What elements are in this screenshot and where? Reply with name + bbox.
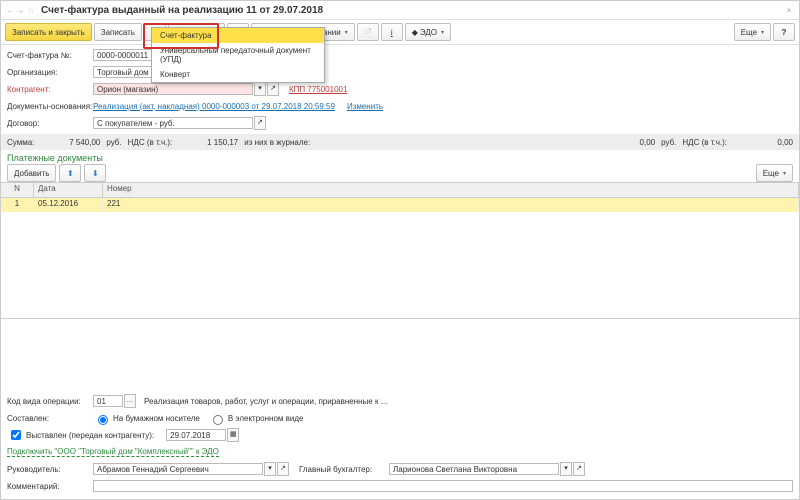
acc-open-icon[interactable]: ↗	[573, 462, 585, 476]
nav-fwd-icon[interactable]: →	[15, 6, 25, 15]
code-label: Код вида операции:	[7, 397, 93, 406]
code-desc: Реализация товаров, работ, услуг и опера…	[144, 397, 387, 406]
move-up-button[interactable]: ⬆	[59, 164, 81, 182]
comp-label: Составлен:	[7, 414, 93, 423]
radio-electronic[interactable]: В электронном виде	[208, 412, 304, 425]
sum-value: 7 540,00	[40, 138, 100, 147]
print-menu: Счет-фактура Универсальный передаточный …	[151, 27, 325, 83]
invoice-no-label: Счет-фактура №:	[7, 51, 93, 60]
issued-check[interactable]: Выставлен (передан контрагенту):	[7, 427, 154, 443]
vat-inc2: НДС (в т.ч.):	[682, 138, 727, 147]
change-link[interactable]: Изменить	[347, 102, 383, 111]
rub2: руб.	[661, 138, 676, 147]
acc-select-icon[interactable]: ▾	[560, 462, 572, 476]
journal-label: из них в журнале:	[244, 138, 310, 147]
menu-envelope[interactable]: Конверт	[152, 67, 324, 82]
col-num[interactable]: Номер	[103, 183, 799, 197]
cell-date: 05.12.2016	[34, 198, 103, 212]
calendar-icon[interactable]: ▦	[227, 428, 239, 442]
totals-bar: Сумма: 7 540,00 руб. НДС (в т.ч.): 1 150…	[1, 134, 799, 150]
j1-value: 0,00	[595, 138, 655, 147]
comment-input[interactable]	[93, 480, 793, 492]
info-button[interactable]: i	[381, 23, 403, 41]
section-payment-docs: Платежные документы	[1, 150, 799, 164]
favorite-star-icon[interactable]: ☆	[25, 6, 37, 15]
save-button[interactable]: Записать	[94, 23, 142, 41]
app-window: ← → ☆ Счет-фактура выданный на реализаци…	[0, 0, 800, 500]
menu-invoice[interactable]: Счет-фактура	[152, 28, 324, 43]
radio-paper[interactable]: На бумажном носителе	[93, 412, 200, 425]
edo-button[interactable]: ◆ ЭДО	[405, 23, 451, 41]
page-title: Счет-фактура выданный на реализацию 11 о…	[37, 5, 783, 16]
nav-back-icon[interactable]: ←	[5, 6, 15, 15]
table-row[interactable]: 1 05.12.2016 221	[1, 198, 799, 212]
report-button[interactable]: 📄	[357, 23, 379, 41]
contract-input[interactable]: С покупателем - руб.	[93, 117, 253, 129]
menu-upd[interactable]: Универсальный передаточный документ (УПД…	[152, 43, 324, 67]
org-label: Организация:	[7, 68, 93, 77]
sub-more-button[interactable]: Еще	[756, 164, 793, 182]
vat-value: 1 150,17	[178, 138, 238, 147]
acc-label: Главный бухгалтер:	[299, 465, 389, 474]
more-button[interactable]: Еще	[734, 23, 771, 41]
cell-n: 1	[1, 198, 34, 212]
grid-body[interactable]: 1 05.12.2016 221	[1, 198, 799, 318]
code-input[interactable]: 01	[93, 395, 123, 407]
titlebar: ← → ☆ Счет-фактура выданный на реализаци…	[1, 1, 799, 20]
connect-edo-link[interactable]: Подключить "ООО "Торговый дом "Комплексн…	[7, 447, 219, 457]
bottom-panel: Код вида операции: 01… Реализация товаро…	[1, 389, 799, 499]
contr-label: Контрагент:	[7, 85, 93, 94]
close-icon[interactable]: ×	[783, 6, 795, 15]
mgr-label: Руководитель:	[7, 465, 93, 474]
sum-label: Сумма:	[7, 138, 34, 147]
mgr-open-icon[interactable]: ↗	[277, 462, 289, 476]
basis-link[interactable]: Реализация (акт, накладная) 0000-000003 …	[93, 102, 335, 111]
contr-input[interactable]: Орион (магазин)	[93, 83, 253, 95]
contr-open-icon[interactable]: ↗	[267, 82, 279, 96]
save-close-button[interactable]: Записать и закрыть	[5, 23, 92, 41]
main-toolbar: Записать и закрыть Записать ↻ 🖶 Печать ✉…	[1, 20, 799, 45]
radio-paper-label: На бумажном носителе	[113, 414, 200, 423]
col-n[interactable]: N	[1, 183, 34, 197]
cell-num: 221	[103, 198, 799, 212]
contract-open-icon[interactable]: ↗	[254, 116, 266, 130]
kpp-link[interactable]: КПП 775001001	[289, 85, 347, 94]
radio-electronic-label: В электронном виде	[228, 414, 304, 423]
form-area: Счет-фактура №: 0000-0000011 от: Организ…	[1, 45, 799, 134]
add-button[interactable]: Добавить	[7, 164, 56, 182]
basis-label: Документы-основания:	[7, 102, 93, 111]
j2-value: 0,00	[733, 138, 793, 147]
edo-label: ЭДО	[420, 28, 437, 37]
issued-label: Выставлен (передан контрагенту):	[26, 431, 154, 440]
col-date[interactable]: Дата	[34, 183, 103, 197]
sub-toolbar: Добавить ⬆ ⬇ Еще	[1, 164, 799, 182]
contract-label: Договор:	[7, 119, 93, 128]
move-down-button[interactable]: ⬇	[84, 164, 106, 182]
issued-date-input[interactable]: 29.07.2018	[166, 429, 226, 441]
help-button[interactable]: ?	[773, 23, 795, 41]
rub1: руб.	[106, 138, 121, 147]
mgr-input[interactable]: Абрамов Геннадий Сергеевич	[93, 463, 263, 475]
mgr-select-icon[interactable]: ▾	[264, 462, 276, 476]
comment-label: Комментарий:	[7, 482, 93, 491]
vat-inc-label: НДС (в т.ч.):	[128, 138, 173, 147]
payment-grid: N Дата Номер 1 05.12.2016 221	[1, 182, 799, 319]
contr-select-icon[interactable]: ▾	[254, 82, 266, 96]
grid-header: N Дата Номер	[1, 183, 799, 198]
code-select-icon[interactable]: …	[124, 394, 136, 408]
acc-input[interactable]: Ларионова Светлана Викторовна	[389, 463, 559, 475]
